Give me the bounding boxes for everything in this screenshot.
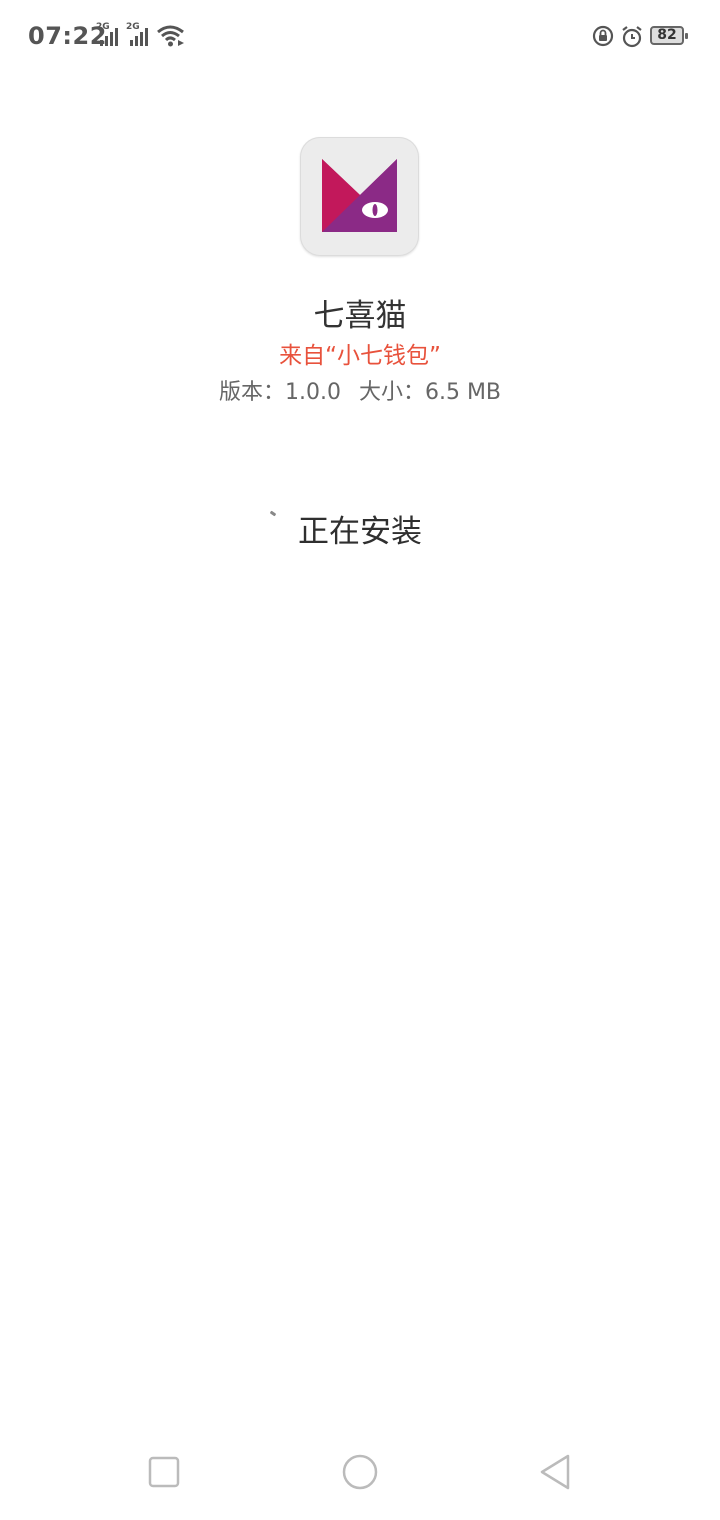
version-value: 1.0.0 [284, 380, 341, 405]
navigation-bar [0, 1430, 720, 1520]
version-label: 版本： [218, 380, 285, 405]
app-source: 来自“小七钱包” [279, 343, 441, 369]
status-bar: 07:22 2G 2G 82 [0, 0, 720, 72]
signal-icon: 2G [126, 22, 152, 48]
size-label: 大小： [358, 380, 425, 405]
battery-level: 82 [657, 27, 677, 43]
back-icon[interactable] [534, 1450, 578, 1494]
install-screen: 07:22 2G 2G 82 七喜猫 来自“小七钱包” 版本：1.0.0 大小：… [0, 0, 720, 1520]
sim2-network-type: 2G [126, 22, 140, 32]
alarm-icon [622, 26, 642, 48]
battery-icon: 82 [650, 26, 688, 45]
signal-icon: 2G [96, 22, 122, 48]
recent-apps-icon[interactable] [142, 1450, 186, 1494]
app-logo-icon [300, 137, 419, 256]
rotation-lock-icon [592, 25, 614, 47]
app-name: 七喜猫 [313, 298, 407, 334]
size-value: 6.5 MB [424, 380, 502, 405]
install-status: 正在安装 [298, 514, 422, 550]
sim1-network-type: 2G [96, 22, 110, 32]
app-meta: 版本：1.0.0 大小：6.5 MB [0, 374, 720, 406]
wifi-icon [157, 25, 184, 47]
home-icon[interactable] [338, 1450, 382, 1494]
